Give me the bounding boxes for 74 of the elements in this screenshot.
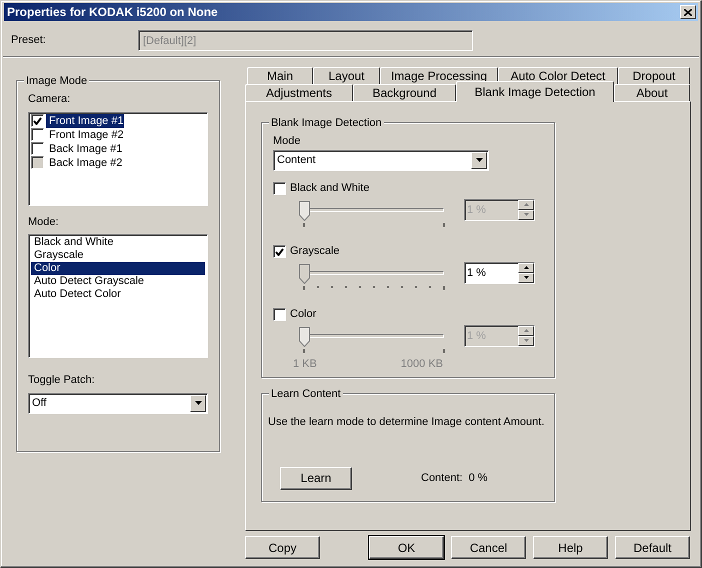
dropdown[interactable]: Off	[28, 392, 208, 414]
spin-up-button[interactable]	[518, 326, 534, 336]
down-arrow-icon	[524, 276, 528, 279]
tab[interactable]: Main	[247, 67, 313, 84]
check-icon	[33, 116, 42, 124]
dropdown-arrow-icon	[194, 401, 202, 405]
spin-down-button[interactable]	[518, 210, 534, 220]
dropdown[interactable]: Content	[273, 150, 489, 170]
content-label: Content:	[421, 470, 463, 486]
scale-label: 1000 KB	[400, 356, 443, 372]
list-item[interactable]: Color	[31, 262, 205, 275]
spin-down-button[interactable]	[518, 336, 534, 346]
checkbox-label: Color	[290, 307, 316, 322]
dropdown-value: Off	[32, 396, 48, 411]
tab[interactable]: Background	[353, 84, 456, 101]
close-icon	[684, 8, 692, 16]
tab[interactable]: Image Processing	[380, 67, 498, 84]
list-item[interactable]: Auto Detect Color	[31, 288, 205, 301]
mode-list[interactable]: Black and White Grayscale Color Auto Detect Grayscale Auto Detect Color	[28, 234, 208, 358]
learn-button[interactable]: Learn	[280, 466, 352, 490]
up-arrow-icon	[524, 329, 528, 332]
checkbox[interactable]	[31, 128, 44, 141]
field-label: Camera:	[28, 92, 72, 107]
list-item[interactable]: Grayscale	[31, 249, 205, 262]
preset-label: Preset:	[11, 32, 47, 48]
tab[interactable]: Dropout	[618, 67, 690, 84]
down-arrow-icon	[524, 213, 528, 216]
slider-thumb[interactable]	[299, 264, 310, 284]
group-title: Blank Image Detection	[269, 115, 384, 132]
list-item[interactable]: Auto Detect Grayscale	[31, 275, 205, 288]
description-text: Use the learn mode to determine Image content Amount.	[268, 415, 546, 430]
dialog-button[interactable]: Cancel	[451, 536, 526, 559]
dialog-button[interactable]: Help	[533, 536, 608, 559]
tab[interactable]: Blank Image Detection	[456, 81, 614, 102]
group-title: Image Mode	[24, 73, 90, 90]
up-arrow-icon	[524, 266, 528, 269]
copy-button[interactable]: Copy	[245, 536, 320, 559]
checkbox[interactable]	[31, 114, 44, 127]
spin-box[interactable]: 1 %	[464, 262, 535, 284]
checkbox[interactable]	[273, 245, 286, 258]
tab[interactable]: About	[614, 84, 690, 101]
spin-up-button[interactable]	[518, 262, 534, 272]
dropdown-arrow-icon	[476, 158, 482, 162]
checkbox-label: Black and White	[290, 181, 370, 196]
window-title: Properties for KODAK i5200 on None	[7, 4, 218, 21]
checkbox[interactable]	[273, 182, 286, 195]
dialog-button[interactable]: Default	[615, 536, 690, 559]
dropdown-value: Content	[277, 152, 317, 168]
dialog-button[interactable]: OK	[369, 536, 444, 559]
tab[interactable]: Layout	[313, 67, 380, 84]
check-icon	[275, 248, 284, 256]
field-label: Mode:	[28, 214, 60, 230]
spin-down-button[interactable]	[518, 272, 534, 282]
slider-thumb[interactable]	[299, 200, 310, 220]
list-item[interactable]: Black and White	[31, 236, 205, 249]
down-arrow-icon	[524, 339, 528, 342]
dropdown-button[interactable]	[471, 152, 487, 168]
list-item[interactable]: Front Image #1	[46, 114, 124, 128]
list-item[interactable]: Back Image #1	[46, 142, 122, 156]
close-button[interactable]	[680, 5, 696, 19]
scale-label: 1 KB	[293, 356, 317, 372]
checkbox-label: Grayscale	[290, 244, 340, 260]
checkbox[interactable]	[31, 142, 44, 155]
content-value: 0 %	[468, 470, 488, 486]
checkbox[interactable]	[273, 308, 286, 321]
list-item[interactable]: Front Image #2	[46, 128, 124, 142]
dropdown-button[interactable]	[190, 394, 206, 412]
field-label: Mode	[273, 134, 302, 149]
slider-thumb[interactable]	[299, 326, 310, 346]
spin-value: 1 %	[466, 266, 487, 280]
spin-up-button[interactable]	[518, 200, 534, 210]
tab[interactable]: Adjustments	[245, 84, 353, 101]
field-label: Toggle Patch:	[28, 373, 96, 388]
up-arrow-icon	[524, 203, 528, 206]
